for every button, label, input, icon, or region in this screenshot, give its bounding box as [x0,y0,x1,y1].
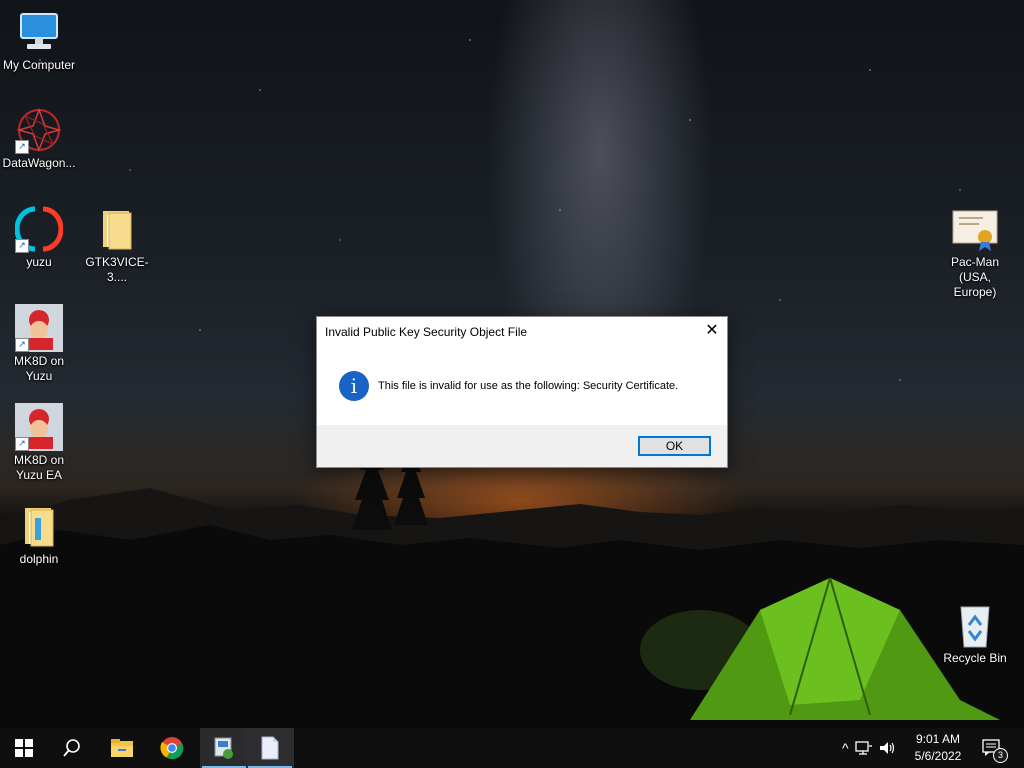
shortcut-arrow-icon: ↗ [15,239,29,253]
yuzu-icon: ↗ [14,205,64,253]
desktop-icon-label: My Computer [2,58,76,72]
certificate-icon [951,205,999,253]
clock-date: 5/6/2022 [914,749,962,763]
app-icon [214,737,233,759]
desktop-icon-mk8d-yuzu[interactable]: ↗ MK8D on Yuzu [0,304,78,384]
mario-kart-icon: ↗ [15,304,63,352]
desktop-icon-label: yuzu [26,255,52,269]
chrome-icon [160,737,184,760]
folder-icon [15,502,63,550]
ok-button[interactable]: OK [638,436,711,456]
system-tray: ^ [838,728,897,768]
file-explorer-button[interactable] [98,728,146,768]
desktop-icon-label: Pac-Man (USA, Europe) [950,255,1000,299]
start-button[interactable] [0,728,48,768]
recycle-bin-icon [951,601,999,649]
search-button[interactable] [48,728,96,768]
shortcut-arrow-icon: ↗ [15,437,29,451]
notification-badge: 3 [993,748,1008,763]
windows-logo-icon [15,739,33,757]
dialog-message: This file is invalid for use as the foll… [378,380,679,392]
desktop-icon-pac-man[interactable]: Pac-Man (USA, Europe) [936,205,1014,300]
network-icon[interactable] [854,740,873,756]
desktop-icon-label: GTK3VICE-3.... [85,255,149,284]
desktop-icon-yuzu[interactable]: ↗ yuzu [0,205,78,270]
mario-kart-icon: ↗ [15,403,63,451]
desktop-icon-datawagon[interactable]: ↗ DataWagon... [0,106,78,171]
desktop-icon-recycle-bin[interactable]: Recycle Bin [936,601,1014,666]
dialog-title: Invalid Public Key Security Object File [325,325,528,339]
document-button[interactable] [246,728,294,768]
desktop-icon-mk8d-yuzu-ea[interactable]: ↗ MK8D on Yuzu EA [0,403,78,483]
desktop-icon-label: dolphin [19,552,59,566]
chevron-up-icon[interactable]: ^ [838,740,853,756]
folder-icon [111,739,133,757]
desktop-icon-label: MK8D on Yuzu EA [13,453,65,482]
clock-time: 9:01 AM [915,732,961,746]
chrome-button[interactable] [148,728,196,768]
taskbar: ^ 9:01 AM 5/6/2022 3 [0,728,1024,768]
clock[interactable]: 9:01 AM 5/6/2022 [908,731,968,765]
datawagon-icon: ↗ [15,106,63,154]
search-icon [63,739,80,757]
dialog-footer: OK [317,425,727,467]
desktop-icon-label: MK8D on Yuzu [13,354,65,383]
volume-icon[interactable] [879,740,897,756]
error-dialog: Invalid Public Key Security Object File … [316,316,728,468]
desktop-icon-gtk3vice[interactable]: GTK3VICE-3.... [78,205,156,285]
desktop-icon-my-computer[interactable]: My Computer [0,8,78,73]
computer-icon [15,8,63,56]
shortcut-arrow-icon: ↗ [15,140,29,154]
app-button[interactable] [200,728,248,768]
desktop-icon-label: Recycle Bin [943,651,1007,665]
folder-icon [93,205,141,253]
action-center-button[interactable]: 3 [982,728,1008,768]
desktop-icon-dolphin[interactable]: dolphin [0,502,78,567]
document-icon [261,736,279,760]
shortcut-arrow-icon: ↗ [15,338,29,352]
desktop-icon-label: DataWagon... [2,156,76,170]
info-icon: i [339,371,369,401]
close-icon[interactable]: ✕ [697,317,727,345]
